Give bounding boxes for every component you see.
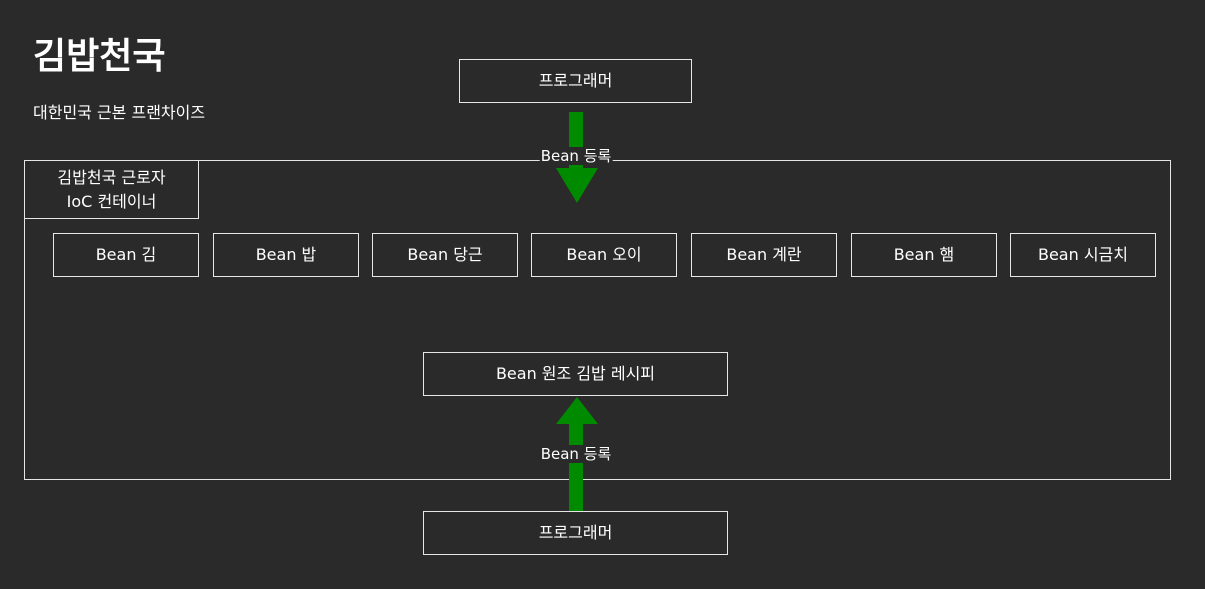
- edge-label-top: Bean 등록: [539, 147, 613, 165]
- bean-box: Bean 밥: [213, 233, 359, 277]
- bean-box: Bean 오이: [531, 233, 677, 277]
- ioc-container-label: 김밥천국 근로자 IoC 컨테이너: [24, 160, 199, 219]
- ioc-container-label-line1: 김밥천국 근로자: [57, 167, 166, 187]
- programmer-box-top: 프로그래머: [459, 59, 692, 103]
- bean-box: Bean 햄: [851, 233, 997, 277]
- ioc-container-label-line2: IoC 컨테이너: [66, 191, 157, 211]
- bean-box: Bean 계란: [691, 233, 837, 277]
- edge-label-bottom: Bean 등록: [539, 445, 613, 463]
- bean-box: Bean 김: [53, 233, 199, 277]
- page-title: 김밥천국: [33, 36, 166, 77]
- bean-box: Bean 시금치: [1010, 233, 1156, 277]
- recipe-box: Bean 원조 김밥 레시피: [423, 352, 728, 396]
- programmer-box-bottom: 프로그래머: [423, 511, 728, 555]
- page-subtitle: 대한민국 근본 프랜차이즈: [33, 103, 206, 122]
- bean-box: Bean 당근: [372, 233, 518, 277]
